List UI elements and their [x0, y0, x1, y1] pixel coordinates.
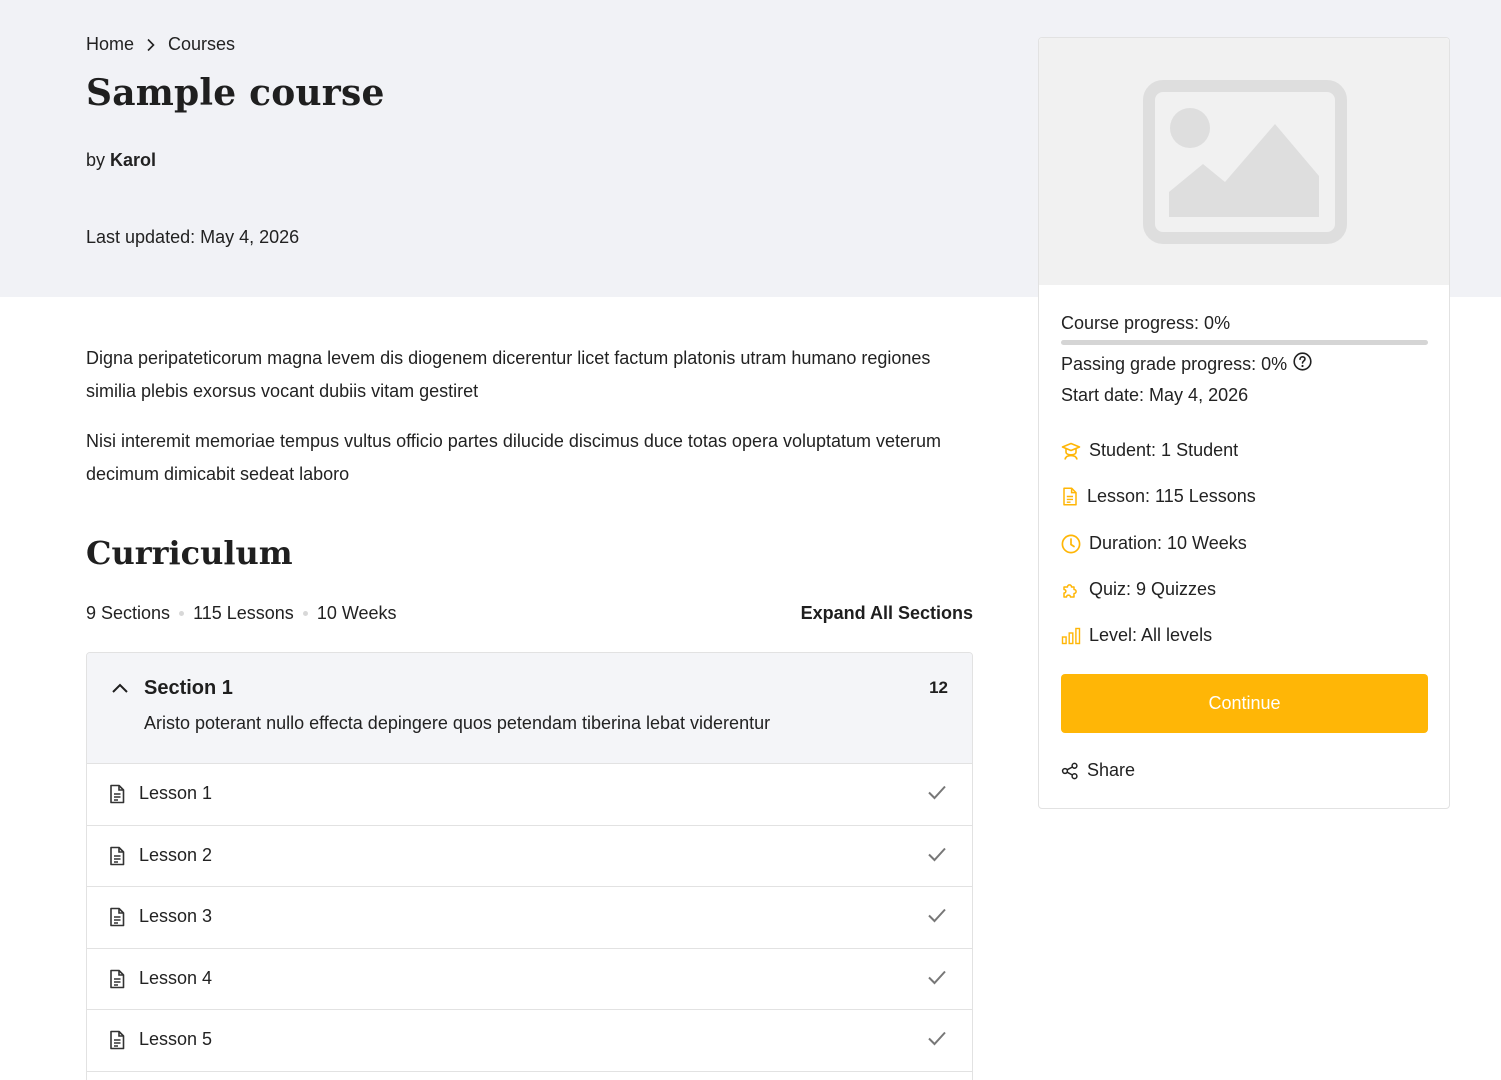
course-progress-label: Course progress: 0% [1061, 313, 1231, 333]
start-date: Start date: May 4, 2026 [1061, 385, 1249, 405]
image-placeholder-icon [1143, 80, 1347, 244]
chevron-up-icon[interactable] [111, 681, 129, 699]
document-icon [108, 907, 126, 932]
bar-chart-icon [1061, 626, 1081, 646]
breadcrumb: Home Courses [86, 34, 235, 55]
separator-dot [179, 611, 185, 616]
course-progress-bar [1061, 340, 1428, 345]
checkmark-icon [927, 846, 947, 867]
checkmark-icon [927, 784, 947, 805]
lesson-title: Lesson 1 [139, 783, 213, 803]
clock-icon [1061, 534, 1081, 554]
sections-count: 9 Sections [86, 603, 171, 623]
chevron-right-icon [134, 38, 168, 52]
section-title: Section 1 [144, 677, 233, 699]
checkmark-icon [927, 907, 947, 928]
lesson-item[interactable]: Lesson 3 [87, 887, 972, 949]
last-updated: Last updated: May 4, 2026 [86, 227, 300, 247]
meta-level: Level: All levels [1061, 625, 1212, 646]
section-description: Aristo poterant nullo effecta depingere … [144, 713, 771, 733]
checkmark-icon [927, 969, 947, 990]
passing-grade-progress: Passing grade progress: 0% [1061, 352, 1312, 376]
course-description-paragraph: Digna peripateticorum magna levem dis di… [86, 348, 931, 401]
section-item-count: 12 [929, 678, 948, 697]
document-icon [108, 1030, 126, 1055]
curriculum-duration: 10 Weeks [316, 603, 397, 623]
document-icon [108, 846, 126, 871]
meta-lesson-label: Lesson: 115 Lessons [1087, 486, 1256, 506]
section-header[interactable]: Section 1 12 Aristo poterant nullo effec… [87, 653, 972, 764]
expand-all-sections-button[interactable]: Expand All Sections [760, 603, 973, 624]
lesson-item[interactable]: Lesson 5 [87, 1010, 972, 1072]
curriculum-meta: 9 Sections 115 Lessons 10 Weeks [86, 603, 397, 624]
lesson-item[interactable]: Lesson 2 [87, 826, 972, 887]
page-title: Sample course [86, 72, 385, 114]
curriculum-title: Curriculum [86, 534, 293, 572]
breadcrumb-home-link[interactable]: Home [86, 34, 134, 55]
document-icon [108, 784, 126, 809]
checkmark-icon [927, 1030, 947, 1051]
help-circle-icon[interactable] [1293, 352, 1312, 376]
meta-student-label: Student: 1 Student [1089, 440, 1239, 460]
author-prefix: by [86, 150, 106, 170]
share-label: Share [1087, 760, 1136, 780]
course-description-paragraph: Nisi interemit memoriae tempus vultus of… [86, 431, 942, 484]
separator-dot [302, 611, 308, 616]
meta-duration: Duration: 10 Weeks [1061, 533, 1247, 554]
meta-lesson: Lesson: 115 Lessons [1061, 486, 1256, 507]
document-icon [1061, 487, 1079, 507]
lessons-count: 115 Lessons [193, 603, 294, 623]
lesson-item[interactable]: Lesson 1 [87, 764, 972, 826]
puzzle-icon [1061, 580, 1081, 600]
course-thumbnail [1039, 38, 1449, 285]
meta-quiz-label: Quiz: 9 Quizzes [1089, 579, 1217, 599]
author-name[interactable]: Karol [110, 150, 156, 170]
lesson-title: Lesson 5 [139, 1029, 213, 1049]
share-icon [1061, 762, 1079, 780]
lesson-title: Lesson 2 [139, 844, 213, 865]
meta-quiz: Quiz: 9 Quizzes [1061, 579, 1216, 600]
meta-duration-label: Duration: 10 Weeks [1089, 533, 1247, 553]
continue-button[interactable]: Continue [1061, 674, 1428, 733]
curriculum-section: Section 1 12 Aristo poterant nullo effec… [86, 652, 973, 1080]
meta-student: Student: 1 Student [1061, 440, 1238, 461]
graduation-cap-icon [1061, 441, 1081, 461]
share-button[interactable]: Share [1061, 760, 1135, 781]
breadcrumb-courses-link[interactable]: Courses [168, 34, 235, 55]
course-sidebar-card: Course progress: 0% Passing grade progre… [1038, 37, 1450, 809]
lesson-title: Lesson 4 [139, 967, 213, 988]
passing-grade-label: Passing grade progress: 0% [1061, 353, 1288, 374]
meta-level-label: Level: All levels [1089, 625, 1213, 645]
lesson-title: Lesson 3 [139, 906, 213, 926]
document-icon [108, 969, 126, 994]
course-author: by Karol [86, 150, 156, 171]
lesson-item[interactable]: Lesson 4 [87, 949, 972, 1010]
